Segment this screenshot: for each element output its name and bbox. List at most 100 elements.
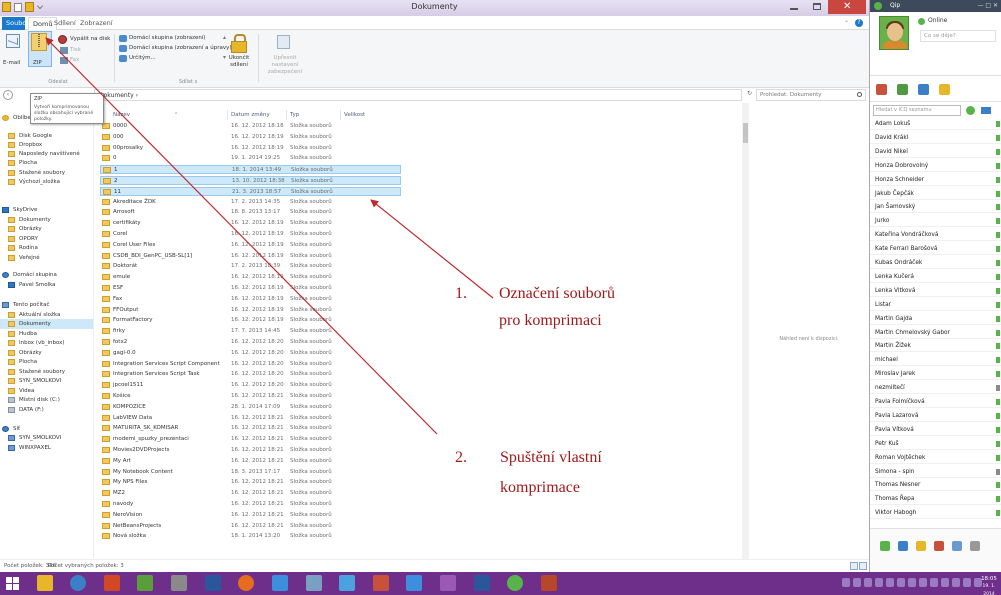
tray-icon[interactable] [930, 578, 938, 587]
explorer-taskbar-icon[interactable] [37, 575, 53, 591]
phone-icon[interactable] [898, 541, 908, 551]
chevron-up-icon[interactable]: ⌃ [844, 20, 849, 27]
file-row[interactable]: navody 16. 12. 2012 18:21 Složka souborů [94, 500, 734, 509]
column-header-size[interactable]: Velikost [344, 109, 365, 121]
tray-icon[interactable] [897, 578, 905, 587]
tray-icon[interactable] [908, 578, 916, 587]
share-specific[interactable]: Určitým... [129, 55, 156, 62]
email-icon[interactable] [6, 34, 20, 48]
file-row[interactable]: MATURITA_SK_KOMISAR 16. 12. 2012 18:21 Slo… [94, 424, 734, 433]
contact-item[interactable]: David Krákl [870, 132, 1001, 144]
file-row[interactable]: Fax 16. 12. 2012 18:19 Složka souborů [94, 295, 734, 304]
history-icon[interactable] [939, 84, 950, 95]
nav-item[interactable]: Veřejné [0, 253, 93, 263]
contact-item[interactable]: Petr Kuš [870, 438, 1001, 450]
contact-item[interactable]: Lenka Kučerá [870, 271, 1001, 283]
file-row[interactable]: Doktorát 17. 2. 2013 18:39 Složka souborů [94, 262, 734, 271]
nav-item[interactable]: Domácí skupina [0, 270, 93, 280]
contact-item[interactable]: Viktor Habogh [870, 507, 1001, 520]
file-list-scrollbar[interactable] [742, 103, 749, 568]
nav-item[interactable]: Dokumenty [0, 319, 93, 329]
tray-icon[interactable] [853, 578, 861, 587]
file-row[interactable]: Corel 16. 12. 2012 18:19 Složka souborů [94, 230, 734, 239]
file-row-selected[interactable]: 1 18. 1. 2014 13:49 Složka souborů [100, 165, 401, 175]
contact-item[interactable]: Kate Ferrari Barošová [870, 243, 1001, 256]
zip-icon[interactable] [31, 33, 47, 51]
menu-icon[interactable] [981, 107, 991, 114]
share-homegroup-view[interactable]: Domácí skupina (zobrazení) [129, 35, 206, 42]
burn-disc-icon[interactable] [58, 35, 67, 44]
contact-item[interactable]: David Nikel [870, 146, 1001, 158]
file-row[interactable]: MZ2 16. 12. 2012 18:21 Složka souborů [94, 489, 734, 498]
contact-item[interactable]: Pavla Lazarová [870, 410, 1001, 422]
mood-input[interactable]: Co se děje? [920, 30, 996, 42]
nav-item[interactable]: WINXPAXEL [0, 443, 93, 453]
file-row[interactable]: NeroVision 16. 12. 2012 18:21 Složka soubo… [94, 511, 734, 520]
advanced-security-button[interactable]: Upřesnit nastavení zabezpečení [262, 55, 308, 76]
contact-item[interactable]: Pavla Vítková [870, 424, 1001, 436]
refresh-icon[interactable]: ↻ [747, 90, 752, 97]
contact-item[interactable]: Kubas Ondráček [870, 257, 1001, 269]
mail-icon[interactable] [876, 84, 887, 95]
qip-taskbar-icon[interactable] [507, 575, 523, 591]
file-row-selected[interactable]: 11 21. 3. 2013 18:57 Složka souborů [100, 186, 401, 196]
app-taskbar-icon[interactable] [406, 575, 422, 591]
file-row[interactable]: jpcoel1511 16. 12. 2012 18:20 Složka soubo… [94, 381, 734, 390]
browser-taskbar-icon[interactable] [70, 575, 86, 591]
file-row[interactable]: gagl-0.0 16. 12. 2012 18:20 Složka souborů [94, 349, 734, 358]
contact-item[interactable]: Roman Vojtěchek [870, 452, 1001, 464]
contact-item[interactable]: Adam Lokuš [870, 118, 1001, 130]
burn-button[interactable]: Vypálit na disk [70, 36, 110, 43]
search-input[interactable]: Prohledat: Dokumenty [756, 89, 866, 101]
contact-item[interactable]: Thomas Řepa [870, 493, 1001, 506]
settings-icon[interactable] [918, 84, 929, 95]
scrollbar-thumb[interactable] [743, 123, 748, 143]
column-header-name[interactable]: Název [113, 109, 130, 121]
gallery-scroll-up[interactable]: ▴ [223, 34, 226, 41]
tray-icon[interactable] [842, 578, 850, 587]
file-row[interactable]: modemi_spuzky_prezentaci 16. 12. 2012 18:… [94, 435, 734, 444]
app-taskbar-icon[interactable] [306, 575, 322, 591]
contact-item[interactable]: Martin Gajda [870, 313, 1001, 325]
games-icon[interactable] [934, 541, 944, 551]
stop-sharing-button[interactable]: Ukončit sdílení [226, 55, 252, 69]
contact-item[interactable]: Listar [870, 299, 1001, 311]
contacts-icon[interactable] [897, 84, 908, 95]
taskbar-clock[interactable]: 18:05 19. 1. 2014 [977, 575, 1001, 595]
contact-item[interactable]: Simona - spin [870, 466, 1001, 478]
file-row[interactable]: ESF 16. 12. 2012 18:19 Složka souborů [94, 284, 734, 293]
contact-item[interactable]: Honza Dobrovolný [870, 160, 1001, 172]
contact-search-input[interactable]: Hledat v ICQ seznamu [873, 105, 961, 116]
contact-item[interactable]: Martin Chmelovský Gabor [870, 327, 1001, 339]
app-taskbar-icon[interactable] [137, 575, 153, 591]
security-icon[interactable] [277, 35, 290, 49]
file-row[interactable]: emule 16. 12. 2012 18:19 Složka souborů [94, 273, 734, 282]
nav-item[interactable]: Rodina [0, 243, 93, 253]
app-taskbar-icon[interactable] [541, 575, 557, 591]
tray-icon[interactable] [864, 578, 872, 587]
file-row[interactable]: Arrosoft 18. 8. 2013 13:17 Složka souborů [94, 208, 734, 217]
tray-icon[interactable] [941, 578, 949, 587]
file-row[interactable]: 00prosalky 16. 12. 2012 18:19 Složka soubo… [94, 144, 734, 153]
nav-item[interactable]: DATA (F:) [0, 405, 93, 415]
start-button[interactable] [6, 577, 19, 590]
file-row[interactable]: My Notebook Content 18. 3. 2013 17:17 Slož… [94, 468, 734, 477]
nav-item[interactable]: Místní disk (C:) [0, 395, 93, 405]
maximize-button[interactable] [806, 0, 828, 14]
file-row[interactable]: LabVIEW Data 16. 12. 2012 18:21 Složka sou… [94, 414, 734, 423]
powerpoint-taskbar-icon[interactable] [104, 575, 120, 591]
lock-icon[interactable] [231, 34, 247, 53]
tray-icon[interactable] [963, 578, 971, 587]
close-button[interactable]: ✕ [828, 0, 866, 14]
zip-button[interactable]: ZIP [33, 60, 42, 67]
more-icon[interactable] [970, 541, 980, 551]
contact-item[interactable]: Jan Šamovský [870, 201, 1001, 214]
add-contact-icon[interactable] [966, 106, 975, 115]
nav-item[interactable]: SkyDrive [0, 205, 93, 215]
app-taskbar-icon[interactable] [373, 575, 389, 591]
nav-item[interactable]: Výchozí_složka [0, 177, 93, 187]
avatar[interactable] [879, 16, 909, 50]
app-taskbar-icon[interactable] [440, 575, 456, 591]
help-icon[interactable]: ? [855, 19, 863, 27]
print-icon[interactable] [60, 47, 68, 54]
